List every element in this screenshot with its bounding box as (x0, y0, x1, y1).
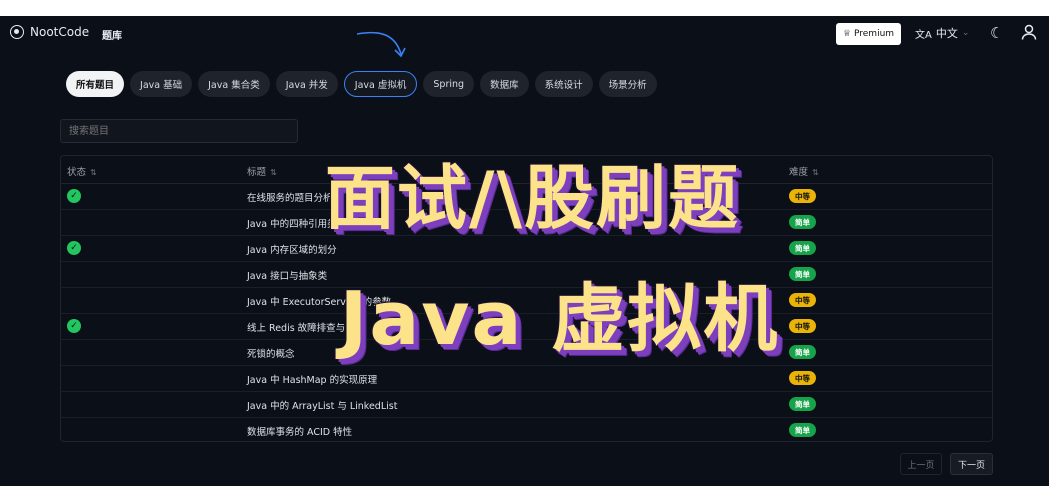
logo-text: NootCode (30, 25, 90, 39)
overlay-title-line2: Java 虚拟机 (339, 276, 780, 362)
tab-2[interactable]: Java 集合类 (198, 71, 270, 97)
logo-icon (10, 25, 24, 39)
tab-1[interactable]: Java 基础 (130, 71, 193, 97)
tab-4[interactable]: Java 虚拟机 (343, 71, 418, 97)
problem-title[interactable]: 数据库事务的 ACID 特性 (247, 424, 352, 438)
translate-icon: 文A (915, 29, 932, 41)
nav-problem-bank[interactable]: 题库 (102, 27, 122, 42)
overlay-title-line1: 面试/\股刷题 (324, 157, 741, 239)
table-row[interactable]: Java 中 HashMap 的实现原理 中等 (61, 365, 992, 392)
prev-page-button[interactable]: 上一页 (900, 453, 942, 475)
app-window: NootCode 题库 ♕ Premium 文A 中文 ⌄ ☾ 所有题目 Java… (0, 16, 1049, 486)
difficulty-badge: 简单 (789, 397, 816, 411)
premium-button[interactable]: ♕ Premium (836, 23, 901, 45)
bottom-border (0, 486, 1049, 500)
problem-title[interactable]: Java 中的 ArrayList 与 LinkedList (247, 398, 397, 412)
annotation-arrow-icon (356, 31, 406, 58)
tab-6[interactable]: 数据库 (480, 71, 529, 97)
tab-3[interactable]: Java 并发 (275, 71, 338, 97)
premium-label: Premium (854, 29, 895, 39)
tab-0[interactable]: 所有题目 (66, 71, 125, 97)
tab-5[interactable]: Spring (423, 71, 475, 97)
language-label: 中文 (935, 27, 958, 40)
tab-8[interactable]: 场景分析 (598, 71, 657, 97)
user-icon[interactable] (1020, 23, 1038, 41)
problem-title[interactable]: Java 中 HashMap 的实现原理 (247, 372, 377, 386)
difficulty-badge: 中等 (789, 371, 816, 385)
table-row[interactable]: 数据库事务的 ACID 特性 简单 (61, 417, 992, 443)
theme-toggle-icon[interactable]: ☾ (990, 24, 1003, 42)
problem-title[interactable]: Java 内存区域的划分 (247, 242, 337, 256)
language-selector[interactable]: 文A 中文 ⌄ (915, 25, 969, 41)
search-input[interactable] (60, 119, 298, 143)
top-border (0, 0, 1049, 16)
logo[interactable]: NootCode (10, 25, 89, 39)
chevron-down-icon: ⌄ (961, 28, 970, 38)
tab-7[interactable]: 系统设计 (534, 71, 593, 97)
table-row[interactable]: Java 中的 ArrayList 与 LinkedList 简单 (61, 391, 992, 418)
solved-check-icon: ✓ (67, 241, 81, 255)
difficulty-badge: 简单 (789, 423, 816, 437)
crown-icon: ♕ (842, 29, 851, 39)
next-page-button[interactable]: 下一页 (950, 453, 993, 475)
category-tabs: 所有题目 Java 基础 Java 集合类 Java 并发 Java 虚拟机 Spring… (66, 71, 657, 97)
difficulty-badge: 简单 (789, 241, 816, 255)
